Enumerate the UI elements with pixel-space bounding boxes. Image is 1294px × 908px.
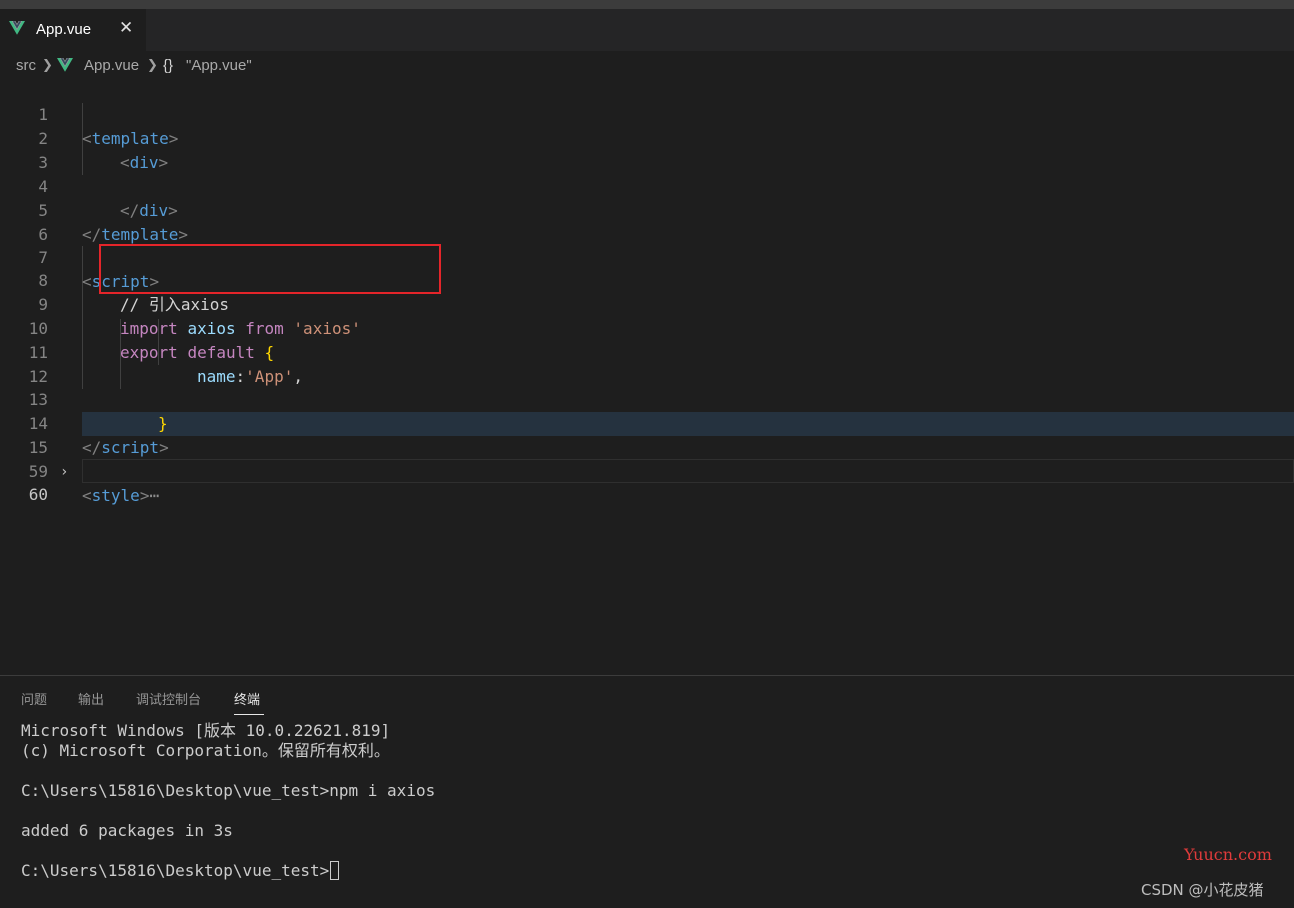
code-line: 4 </div> — [0, 151, 1294, 220]
active-tab-indicator — [234, 714, 264, 715]
close-tab-icon[interactable]: ✕ — [119, 18, 133, 38]
tab-output[interactable]: 输出 — [78, 689, 104, 708]
code-line: 14 </script> — [0, 388, 1294, 457]
braces-symbol-icon: {} — [163, 57, 174, 74]
vue-logo-icon — [9, 21, 25, 35]
tab-debug-console[interactable]: 调试控制台 — [136, 689, 201, 708]
terminal-line: added 6 packages in 3s — [21, 821, 233, 840]
tab-terminal[interactable]: 终端 — [234, 689, 260, 708]
breadcrumb-symbol[interactable]: "App.vue" — [186, 57, 252, 74]
highlight-annotation-box — [99, 244, 441, 294]
code-line: 5 </template> — [0, 175, 1294, 244]
terminal-prompt-line[interactable]: C:\Users\15816\Desktop\vue_test> — [21, 861, 340, 881]
breadcrumb-file[interactable]: App.vue — [84, 57, 139, 74]
tab-label: App.vue — [36, 21, 92, 38]
tab-app-vue[interactable]: App.vue ✕ — [0, 9, 146, 51]
terminal-prompt: C:\Users\15816\Desktop\vue_test> — [21, 861, 330, 880]
code-line: 15 › <style>⋯ — [0, 412, 1294, 505]
code-line: 59 — [0, 436, 1294, 481]
code-line: 13 } — [0, 364, 1294, 433]
editor-tab-bar: App.vue ✕ — [0, 9, 1294, 51]
code-line: 3 — [0, 127, 1294, 172]
code-line: 10 export default { — [0, 293, 1294, 362]
folded-ellipsis[interactable]: ⋯ — [149, 486, 159, 505]
code-line: 60 — [0, 459, 1294, 504]
line-number: 60 — [28, 485, 48, 504]
watermark-site: Yuucn.com — [1184, 845, 1272, 864]
code-editor[interactable]: 1 <template> 2 <div> 3 4 </div> 5 </temp… — [0, 79, 1294, 675]
code-line: 12 — [0, 341, 1294, 386]
code-line: 11 name:'App', — [0, 317, 1294, 386]
terminal-line: C:\Users\15816\Desktop\vue_test>npm i ax… — [21, 781, 436, 800]
chevron-right-icon: ❯ — [42, 57, 53, 72]
terminal-line: Microsoft Windows [版本 10.0.22621.819] — [21, 721, 391, 740]
code-line: 1 <template> — [0, 79, 1294, 148]
vue-logo-icon — [57, 58, 73, 72]
code-line: 6 — [0, 199, 1294, 244]
title-strip — [0, 0, 1294, 9]
code-line: 2 <div> — [0, 103, 1294, 172]
chevron-right-icon: ❯ — [147, 57, 158, 72]
terminal-cursor — [330, 861, 340, 880]
breadcrumb: src ❯ App.vue ❯ {} "App.vue" — [0, 51, 1294, 79]
breadcrumb-folder[interactable]: src — [16, 57, 36, 74]
terminal-line: (c) Microsoft Corporation。保留所有权利。 — [21, 741, 390, 760]
bottom-panel: 问题 输出 调试控制台 终端 Microsoft Windows [版本 10.… — [0, 675, 1294, 908]
code-line: 7 <script> — [0, 222, 1294, 291]
watermark-author: CSDN @小花皮猪 — [1141, 881, 1264, 899]
tab-problems[interactable]: 问题 — [21, 689, 47, 708]
